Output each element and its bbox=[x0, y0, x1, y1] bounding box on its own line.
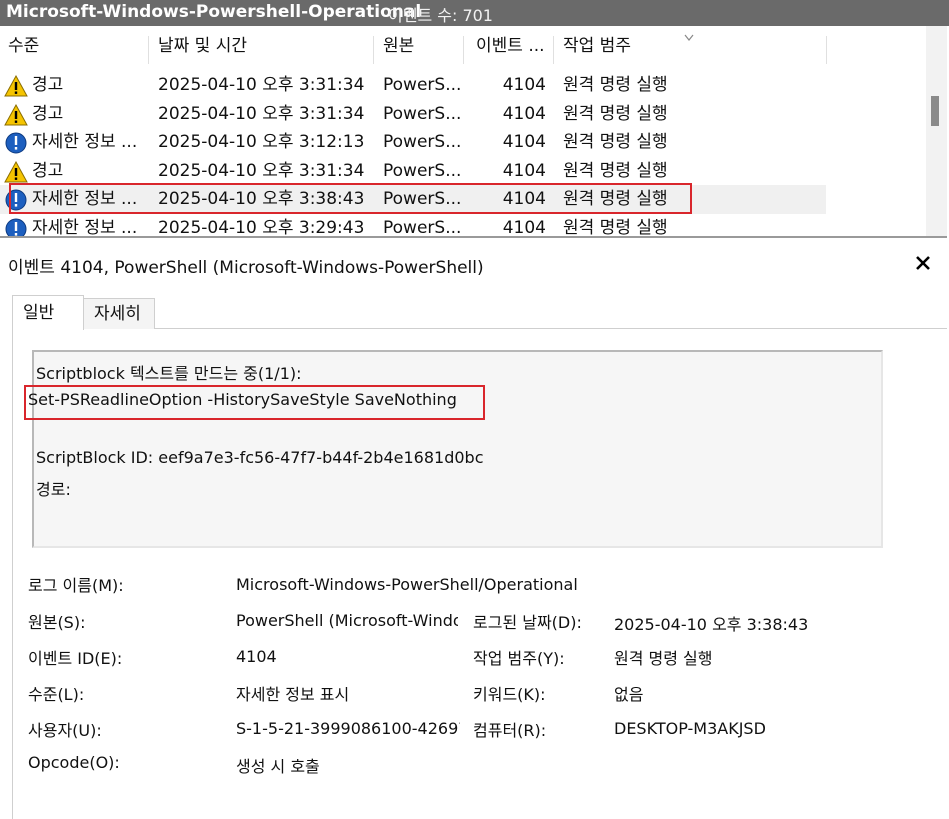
log-name-value: Microsoft-Windows-PowerShell/Operational bbox=[236, 575, 578, 594]
level-label: 수준(L): bbox=[28, 685, 85, 704]
close-icon[interactable] bbox=[913, 253, 933, 273]
row-datetime: 2025-04-10 오후 3:29:43 bbox=[158, 217, 365, 238]
row-source: PowerS... bbox=[383, 132, 461, 152]
row-event-id: 4104 bbox=[502, 75, 546, 95]
table-row[interactable]: 경고 2025-04-10 오후 3:31:34 PowerS... 4104 원격 명… bbox=[0, 157, 826, 186]
row-source: PowerS... bbox=[383, 160, 461, 181]
column-header-datetime[interactable]: 날짜 및 시간 bbox=[158, 34, 247, 66]
row-source: PowerS... bbox=[383, 217, 461, 238]
column-header-level[interactable]: 수준 bbox=[8, 34, 39, 66]
tab-general[interactable]: 일반 bbox=[12, 295, 84, 330]
column-separator[interactable] bbox=[373, 36, 374, 64]
warning-icon bbox=[4, 103, 28, 126]
row-level: 경고 bbox=[32, 75, 64, 95]
message-scriptblock-id: ScriptBlock ID: eef9a7e3-fc56-47f7-b44f-… bbox=[36, 448, 484, 467]
event-detail-title: 이벤트 4104, PowerShell (Microsoft-Windows-… bbox=[8, 258, 484, 278]
column-separator[interactable] bbox=[148, 36, 149, 64]
selected-row-highlight bbox=[9, 183, 692, 214]
scrollbar-thumb[interactable] bbox=[931, 96, 939, 126]
column-header-source[interactable]: 원본 bbox=[383, 34, 414, 66]
row-category: 원격 명령 실행 bbox=[563, 160, 668, 181]
row-datetime: 2025-04-10 오후 3:31:34 bbox=[158, 160, 365, 181]
row-datetime: 2025-04-10 오후 3:31:34 bbox=[158, 75, 365, 95]
log-name-label: 로그 이름(M): bbox=[28, 576, 124, 595]
command-highlight bbox=[24, 385, 485, 420]
keywords-label: 키워드(K): bbox=[473, 685, 546, 704]
message-path: 경로: bbox=[36, 480, 71, 499]
column-separator[interactable] bbox=[826, 36, 827, 64]
task-category-label: 작업 범주(Y): bbox=[473, 649, 565, 668]
column-separator[interactable] bbox=[553, 36, 554, 64]
window-titlebar: Microsoft-Windows-Powershell-Operational… bbox=[0, 0, 949, 26]
vertical-scrollbar[interactable] bbox=[926, 26, 947, 236]
logged-date-value: 2025-04-10 오후 3:38:43 bbox=[614, 615, 809, 634]
log-title: Microsoft-Windows-Powershell-Operational bbox=[6, 2, 422, 22]
row-source: PowerS... bbox=[383, 75, 461, 95]
row-source: PowerS... bbox=[383, 103, 461, 124]
row-event-id: 4104 bbox=[502, 217, 546, 238]
row-category: 원격 명령 실행 bbox=[563, 217, 668, 238]
computer-label: 컴퓨터(R): bbox=[473, 721, 547, 740]
logged-date-label: 로그된 날짜(D): bbox=[473, 613, 582, 632]
column-separator[interactable] bbox=[463, 36, 464, 64]
row-datetime: 2025-04-10 오후 3:31:34 bbox=[158, 103, 365, 124]
event-count: 이벤트 수: 701 bbox=[388, 6, 493, 25]
row-event-id: 4104 bbox=[502, 103, 546, 124]
warning-icon bbox=[4, 74, 28, 97]
row-datetime: 2025-04-10 오후 3:12:13 bbox=[158, 132, 365, 152]
row-level: 자세한 정보 ... bbox=[32, 217, 138, 238]
row-level: 자세한 정보 ... bbox=[32, 132, 138, 152]
source-label: 원본(S): bbox=[28, 613, 86, 632]
computer-value: DESKTOP-M3AKJSD bbox=[614, 719, 766, 738]
tab-details[interactable]: 자세히 bbox=[83, 298, 155, 329]
sort-chevron-icon bbox=[684, 34, 694, 41]
opcode-value: 생성 시 호출 bbox=[236, 757, 320, 776]
row-category: 원격 명령 실행 bbox=[563, 75, 668, 95]
source-value: PowerShell (Microsoft-Windows-PowerShell… bbox=[236, 611, 458, 630]
row-level: 경고 bbox=[32, 160, 64, 181]
row-event-id: 4104 bbox=[502, 160, 546, 181]
table-row[interactable]: 자세한 정보 ... 2025-04-10 오후 3:12:13 PowerS...… bbox=[0, 128, 826, 157]
info-icon bbox=[4, 132, 28, 154]
event-id-label: 이벤트 ID(E): bbox=[28, 649, 123, 668]
task-category-value: 원격 명령 실행 bbox=[614, 649, 713, 668]
table-row[interactable]: 자세한 정보 ... 2025-04-10 오후 3:29:43 PowerS...… bbox=[0, 214, 826, 238]
column-header-event-id[interactable]: 이벤트 ... bbox=[476, 34, 545, 66]
column-header-category[interactable]: 작업 범주 bbox=[563, 34, 631, 66]
event-list[interactable]: 수준 날짜 및 시간 원본 이벤트 ... 작업 범주 경고 2025-04-10… bbox=[0, 26, 947, 238]
event-detail-header: 이벤트 4104, PowerShell (Microsoft-Windows-… bbox=[0, 238, 949, 290]
info-icon bbox=[4, 218, 28, 236]
opcode-label: Opcode(O): bbox=[28, 753, 120, 772]
warning-icon bbox=[4, 160, 28, 183]
table-row[interactable]: 경고 2025-04-10 오후 3:31:34 PowerS... 4104 원격 명… bbox=[0, 71, 826, 100]
table-row[interactable]: 경고 2025-04-10 오후 3:31:34 PowerS... 4104 원격 명… bbox=[0, 100, 826, 129]
keywords-value: 없음 bbox=[614, 685, 644, 704]
row-event-id: 4104 bbox=[502, 132, 546, 152]
message-line: Scriptblock 텍스트를 만드는 중(1/1): bbox=[36, 364, 302, 383]
user-label: 사용자(U): bbox=[28, 721, 102, 740]
tab-details-label: 자세히 bbox=[94, 304, 141, 324]
tab-general-label: 일반 bbox=[23, 303, 55, 323]
user-value: S-1-5-21-3999086100-426973 bbox=[236, 719, 460, 738]
row-level: 경고 bbox=[32, 103, 64, 124]
level-value: 자세한 정보 표시 bbox=[236, 685, 350, 704]
row-category: 원격 명령 실행 bbox=[563, 132, 668, 152]
row-category: 원격 명령 실행 bbox=[563, 103, 668, 124]
event-id-value: 4104 bbox=[236, 647, 277, 666]
